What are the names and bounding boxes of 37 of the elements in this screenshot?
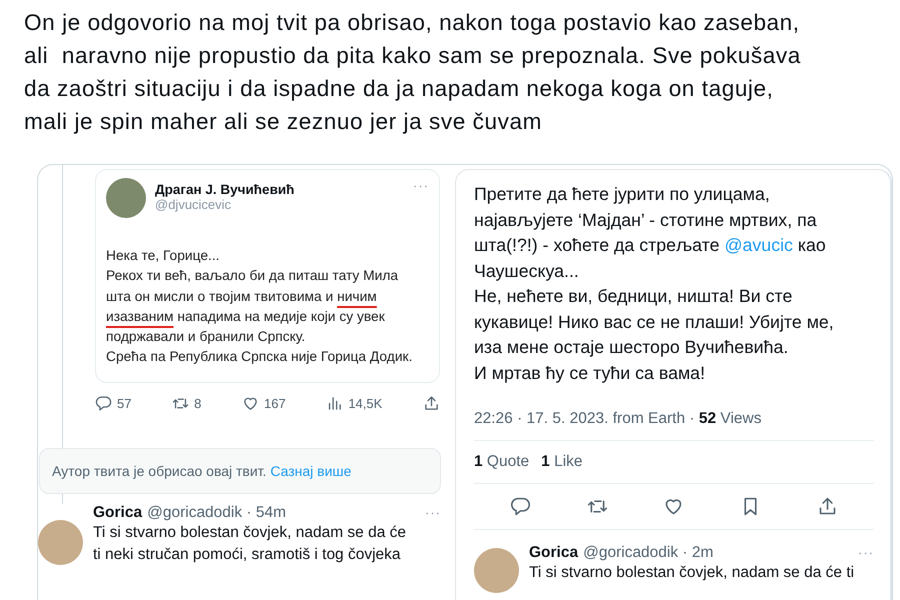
- tweet-meta: 22:26 · 17. 5. 2023. from Earth · 52 Views: [474, 410, 762, 428]
- deleted-tweet-notice: Аутор твита је обрисао овај твит. Сазнај више: [39, 448, 441, 494]
- engagement-stat[interactable]: 1 Like: [541, 453, 583, 471]
- tweet-text: Претите да ћете јурити по улицама, најављујете ‘Мајдан’ - стотине мртвих, па шта(!?!) - хоћете да стрељате @avucic као Чаушескуа...: [474, 183, 827, 283]
- avatar: [474, 548, 519, 593]
- reply-text: Ti si stvarno bolestan čovjek, nadam se da će ti: [529, 563, 856, 583]
- mention-link[interactable]: @avucic: [724, 235, 793, 255]
- author-name: Драган Ј. Вучићевић: [155, 182, 296, 197]
- more-menu[interactable]: ···: [413, 178, 429, 193]
- tweet-text: Срећа па Република Српска није Горица Додик.: [106, 348, 414, 366]
- share-icon[interactable]: [422, 394, 440, 412]
- tweet-text: Рекох ти већ, ваљало би да питаш тату Мила шта он мисли о твојим твитовима и ничим изазваним нападима на медије који су увек подржавали и бранили Српску.: [106, 267, 400, 346]
- bar-chart-icon[interactable]: [326, 394, 344, 412]
- action-count: 57: [117, 396, 132, 411]
- tweet-text: И мртав ћу се тући са вама!: [474, 362, 706, 385]
- action-count: 14,5K: [348, 396, 382, 411]
- reply-author: Gorica: [529, 544, 578, 562]
- more-menu[interactable]: ···: [425, 504, 441, 520]
- tweet-text: Не, нећете ви, бедници, ништа! Ви сте кукавице! Нико вас се не плаши! Убијте ме, иза мене остаје шесторо Вучићевића.: [474, 285, 835, 359]
- reply-text: Ti si stvarno bolestan čovjek, nadam se da će ti neki stručan pomoći, sramotiš i tog čovjeka: [93, 522, 408, 565]
- action-count: 8: [194, 396, 202, 411]
- tweet-text: Нека те, Горице...: [106, 247, 221, 265]
- post-text: On je odgovorio na moj tvit pa obrisao, nakon toga postavio kao zaseban, ali naravno nije propustio da pita kako sam se prepoznala. Sve pokušava da zaoštri situaciju i da ispadne da ja napadam nekoga koga on taguje, mali je spin maher ali se zeznuo jer ja sve čuvam: [24, 9, 802, 136]
- share-icon[interactable]: [817, 496, 838, 517]
- avatar: [38, 520, 83, 565]
- reply-icon[interactable]: [95, 394, 112, 412]
- avatar: [106, 178, 146, 218]
- engagement-stat[interactable]: 1 Quote: [474, 453, 530, 471]
- reply-handle: @goricadodik · 2m: [583, 544, 714, 562]
- author-handle: @djvucicevic: [155, 197, 232, 212]
- heart-icon[interactable]: [242, 394, 259, 412]
- more-menu[interactable]: ···: [858, 545, 874, 560]
- reply-author: Gorica: [93, 504, 142, 522]
- reply-icon[interactable]: [510, 496, 531, 517]
- reply-handle: @goricadodik · 54m: [147, 504, 288, 522]
- action-count: 167: [264, 396, 286, 411]
- learn-more-link[interactable]: Сазнај више: [270, 462, 352, 479]
